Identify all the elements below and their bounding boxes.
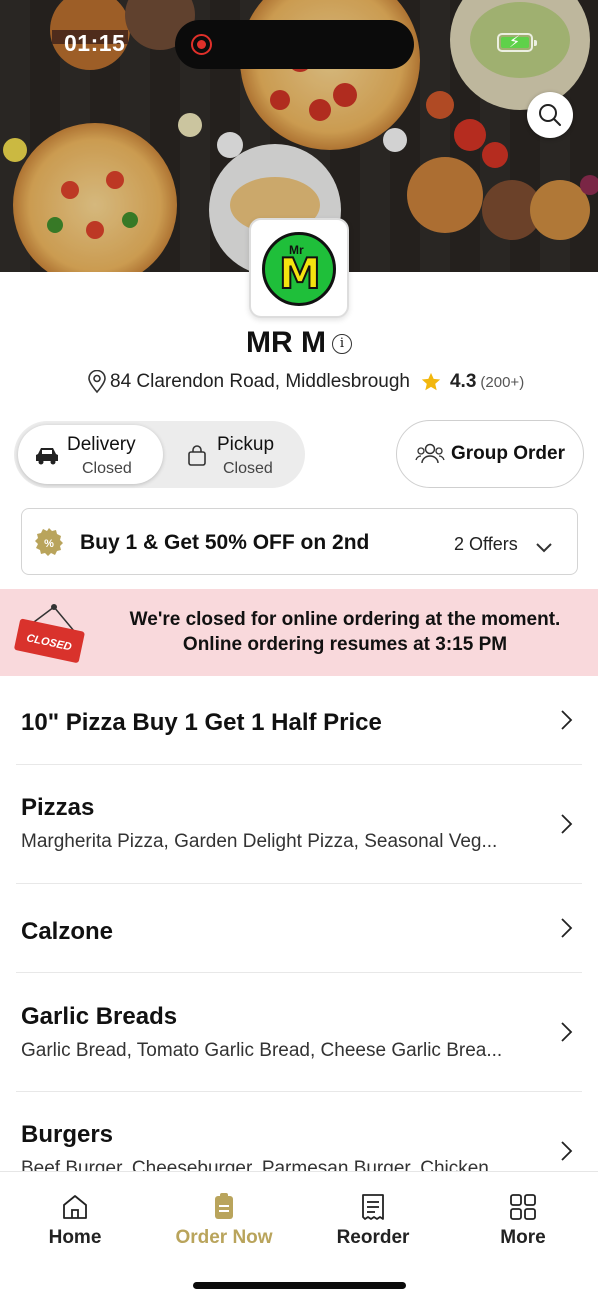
nav-more[interactable]: More [463, 1192, 583, 1249]
search-button[interactable] [527, 92, 573, 138]
restaurant-logo: Mr M [249, 218, 349, 318]
category-name: Pizzas [21, 794, 95, 821]
pickup-status: Closed [223, 460, 273, 477]
nav-reorder-label: Reorder [336, 1227, 410, 1248]
svg-text:%: % [44, 538, 54, 550]
rating-count: (200+) [480, 373, 525, 391]
delivery-pickup-toggle: Delivery Closed Pickup Closed [14, 421, 305, 488]
chevron-right-icon [561, 1141, 573, 1161]
restaurant-title: MR Mi [0, 326, 598, 360]
category-item[interactable]: 10" Pizza Buy 1 Get 1 Half Price [16, 676, 582, 765]
screen-recording-icon [191, 34, 212, 55]
battery-icon: ⚡ [497, 33, 537, 52]
restaurant-name: MR M [246, 326, 326, 359]
chevron-right-icon [561, 918, 573, 938]
address-row: 84 Clarendon Road, Middlesbrough 4.3 (20… [86, 368, 524, 396]
nav-reorder[interactable]: Reorder [313, 1192, 433, 1249]
category-name: 10" Pizza Buy 1 Get 1 Half Price [21, 709, 382, 736]
address-text: 84 Clarendon Road, Middlesbrough [110, 371, 410, 392]
nav-more-label: More [500, 1227, 546, 1248]
offer-dropdown[interactable]: % Buy 1 & Get 50% OFF on 2nd 2 Offers [21, 508, 578, 575]
delivery-status: Closed [82, 460, 132, 477]
chevron-down-icon [536, 543, 552, 553]
closed-banner: CLOSED We're closed for online ordering … [0, 589, 598, 676]
pickup-option[interactable]: Pickup Closed [160, 425, 305, 484]
category-item[interactable]: Burgers Beef Burger, Cheeseburger, Parme… [16, 1092, 582, 1171]
nav-home[interactable]: Home [15, 1192, 135, 1249]
group-order-label: Group Order [450, 443, 565, 464]
category-description: Margherita Pizza, Garden Delight Pizza, … [21, 831, 498, 852]
order-icon [215, 1193, 233, 1219]
delivery-label: Delivery [67, 434, 136, 455]
nav-order-now-label: Order Now [175, 1227, 273, 1248]
category-item[interactable]: Calzone [16, 884, 582, 973]
offer-count: 2 Offers [454, 534, 518, 554]
logo-badge: Mr M [262, 232, 336, 306]
discount-badge-icon: % [35, 528, 63, 556]
status-time: 01:15 [64, 30, 126, 56]
category-name: Garlic Breads [21, 1003, 178, 1030]
nav-order-now[interactable]: Order Now [164, 1192, 284, 1249]
chevron-right-icon [561, 814, 573, 834]
category-description: Beef Burger, Cheeseburger, Parmesan Burg… [21, 1158, 505, 1171]
home-icon [63, 1195, 87, 1219]
bottom-navigation: Home Order Now Reorder More [0, 1171, 598, 1300]
search-icon [539, 104, 561, 126]
category-item[interactable]: Pizzas Margherita Pizza, Garden Delight … [16, 765, 582, 884]
closed-message-line1: We're closed for online ordering at the … [129, 609, 561, 630]
shopping-bag-icon [188, 445, 206, 466]
pickup-label: Pickup [217, 434, 275, 455]
star-icon [421, 372, 441, 391]
group-order-button[interactable]: Group Order [396, 420, 584, 488]
car-icon [36, 448, 58, 465]
receipt-icon [362, 1194, 384, 1220]
closed-message-line2: Online ordering resumes at 3:15 PM [182, 634, 508, 655]
delivery-option[interactable]: Delivery Closed [18, 425, 163, 484]
group-icon [415, 443, 445, 464]
info-icon[interactable]: i [331, 334, 352, 354]
location-pin-icon [88, 370, 106, 394]
rating-value: 4.3 [449, 371, 477, 392]
nav-home-label: Home [48, 1227, 102, 1248]
logo-m-letter: M [278, 248, 322, 299]
offer-text: Buy 1 & Get 50% OFF on 2nd [80, 531, 370, 554]
dynamic-island [175, 20, 414, 69]
category-name: Burgers [21, 1121, 114, 1148]
chevron-right-icon [561, 710, 573, 730]
home-indicator[interactable] [193, 1282, 406, 1289]
category-name: Calzone [21, 918, 114, 945]
grid-icon [510, 1194, 536, 1220]
category-item[interactable]: Garlic Breads Garlic Bread, Tomato Garli… [16, 973, 582, 1092]
closed-sign-icon: CLOSED [14, 604, 85, 663]
category-description: Garlic Bread, Tomato Garlic Bread, Chees… [21, 1040, 503, 1061]
chevron-right-icon [561, 1022, 573, 1042]
